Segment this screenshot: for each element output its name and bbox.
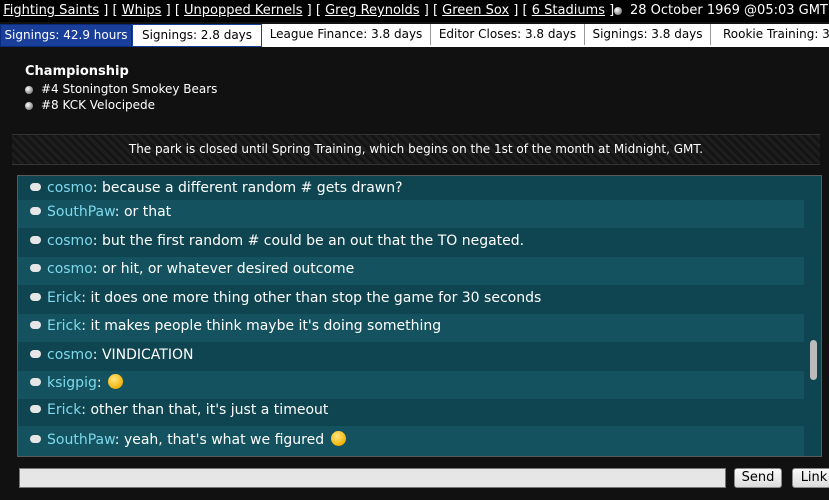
championship-team: #8 KCK Velocipede — [25, 97, 217, 113]
team-name: #8 KCK Velocipede — [41, 98, 156, 112]
chat-username[interactable]: Erick — [47, 402, 81, 418]
chat-message: SouthPaw: yeah, that's what we figured — [18, 426, 804, 456]
team-name: #4 Stonington Smokey Bears — [41, 82, 218, 96]
send-button[interactable]: Send — [734, 468, 782, 488]
speech-bubble-icon — [30, 350, 41, 358]
speech-bubble-icon — [30, 378, 41, 386]
championship-panel: Championship #4 Stonington Smokey Bears … — [25, 64, 217, 113]
chat-username[interactable]: Erick — [47, 290, 81, 306]
chat-text: it makes people think maybe it's doing s… — [90, 318, 442, 334]
chat-message: ksigpig: — [18, 371, 804, 399]
tab-league-finance[interactable]: League Finance: 3.8 days — [262, 24, 431, 45]
speech-bubble-icon — [30, 236, 41, 244]
speech-bubble-icon — [30, 264, 41, 272]
nav-link-stadiums[interactable]: 6 Stadiums — [532, 3, 605, 18]
nav-link-greg-reynolds[interactable]: Greg Reynolds — [325, 3, 420, 18]
chat-message: cosmo: because a different random # gets… — [18, 176, 804, 200]
speech-bubble-icon — [30, 321, 41, 329]
chat-text: other than that, it's just a timeout — [90, 402, 329, 418]
chat-log: cosmo: because a different random # gets… — [17, 175, 822, 457]
chat-username[interactable]: cosmo — [47, 261, 93, 277]
chat-input[interactable] — [19, 468, 726, 488]
chat-username[interactable]: cosmo — [47, 347, 93, 363]
chat-text: it does one more thing other than stop t… — [90, 290, 542, 306]
park-closed-notice: The park is closed until Spring Training… — [12, 134, 820, 165]
tab-signings-3-8[interactable]: Signings: 3.8 days — [585, 24, 711, 45]
chat-scrollbar[interactable] — [807, 176, 819, 456]
chat-username[interactable]: Erick — [47, 318, 81, 334]
tab-editor-closes[interactable]: Editor Closes: 3.8 days — [431, 24, 585, 45]
chat-username[interactable]: cosmo — [47, 180, 93, 196]
speech-bubble-icon — [30, 207, 41, 215]
chat-username[interactable]: cosmo — [47, 233, 93, 249]
chat-text: but the first random # could be an out t… — [101, 233, 525, 249]
tongue-emoji-icon — [330, 430, 346, 446]
chat-text: because a different random # gets drawn? — [101, 180, 403, 196]
clock-text: 28 October 1969 @05:03 GMT — [630, 3, 828, 18]
chat-message: Erick: other than that, it's just a time… — [18, 398, 804, 426]
tab-rookie-training[interactable]: Rookie Training: 3. — [711, 24, 829, 45]
chat-username[interactable]: ksigpig — [47, 375, 97, 391]
bullet-icon — [614, 6, 622, 15]
nav-link-whips[interactable]: Whips — [122, 3, 162, 18]
game-clock: 28 October 1969 @05:03 GMT — [614, 0, 828, 22]
nav-link-green-sox[interactable]: Green Sox — [442, 3, 509, 18]
chat-text: VINDICATION — [101, 347, 194, 363]
speech-bubble-icon — [30, 293, 41, 301]
chat-message: cosmo: but the first random # could be a… — [18, 229, 804, 257]
chat-message: Erick: it does one more thing other than… — [18, 286, 804, 314]
chat-message: SouthPaw: or that — [18, 200, 804, 228]
link-button[interactable]: Link — [792, 468, 829, 488]
laughing-emoji-icon — [108, 373, 124, 389]
chat-username[interactable]: SouthPaw — [47, 432, 115, 448]
chat-message: cosmo: VINDICATION — [18, 343, 804, 371]
tab-signings-hours[interactable]: Signings: 42.9 hours — [0, 24, 132, 47]
chat-text: or that — [123, 204, 172, 220]
speech-bubble-icon — [30, 405, 41, 413]
bullet-icon — [25, 85, 33, 94]
scrollbar-thumb[interactable] — [810, 340, 817, 380]
tab-signings-2-8[interactable]: Signings: 2.8 days — [132, 24, 262, 47]
chat-text: yeah, that's what we figured — [123, 432, 325, 448]
speech-bubble-icon — [30, 183, 41, 191]
nav-link-fighting-saints[interactable]: Fighting Saints — [3, 3, 99, 18]
chat-text: or hit, or whatever desired outcome — [101, 261, 355, 277]
top-nav: [ Fighting Saints ] [ Whips ] [ Unpopped… — [0, 0, 829, 22]
nav-link-unpopped-kernels[interactable]: Unpopped Kernels — [184, 3, 302, 18]
chat-message: cosmo: or hit, or whatever desired outco… — [18, 257, 804, 285]
speech-bubble-icon — [30, 435, 41, 443]
championship-title: Championship — [25, 64, 129, 79]
deadline-tabs: Signings: 42.9 hours Signings: 2.8 days … — [0, 24, 829, 47]
bullet-icon — [25, 101, 33, 110]
chat-username[interactable]: SouthPaw — [47, 204, 115, 220]
team-links: [ Fighting Saints ] [ Whips ] [ Unpopped… — [3, 3, 615, 18]
championship-team: #4 Stonington Smokey Bears — [25, 81, 217, 97]
chat-message: Erick: it makes people think maybe it's … — [18, 314, 804, 342]
